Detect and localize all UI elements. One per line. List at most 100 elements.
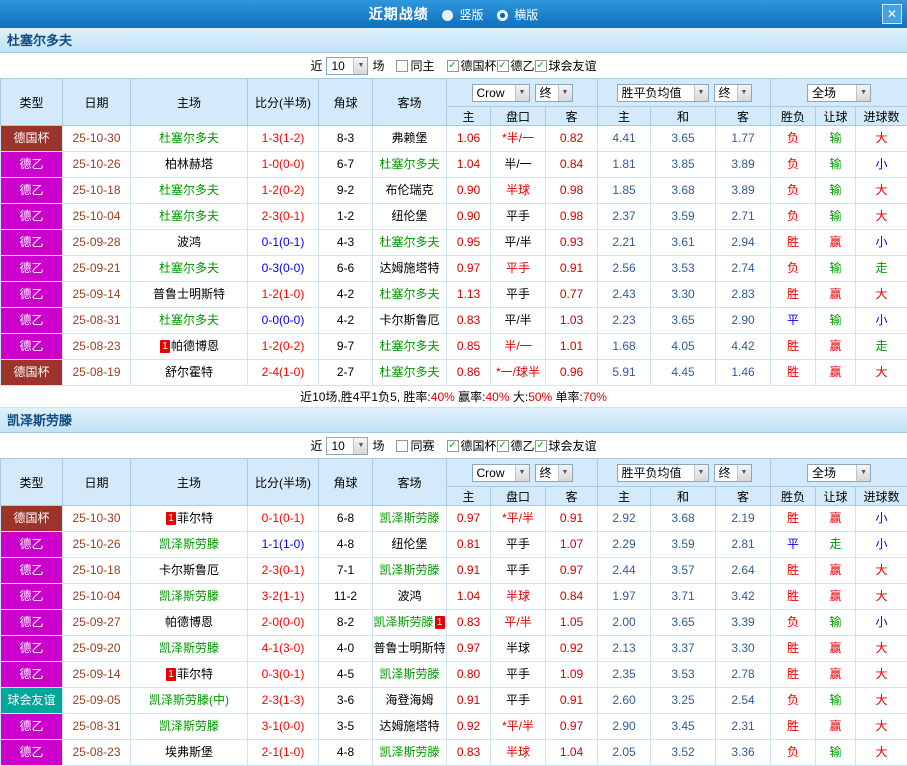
same-venue-checkbox[interactable]: 同主 [396,57,434,74]
league-badge: 德国杯 [1,126,63,152]
match-date: 25-10-26 [63,152,131,178]
avg-odds-draw: 3.30 [651,282,716,308]
handicap-odds-home: 0.80 [447,662,491,688]
match-date: 25-08-23 [63,740,131,766]
avg-odds-group: 胜平负均值 ▼ 终 ▼ [598,79,771,107]
col-handicap: 盘口 [491,487,546,506]
handicap-odds-home: 0.90 [447,178,491,204]
layout-radio-vertical[interactable] [442,10,453,21]
scope-select[interactable]: 全场 ▼ [807,84,871,102]
handicap-odds-away: 1.09 [546,662,598,688]
goals-flag: 大 [856,740,907,766]
close-button[interactable]: ✕ [882,4,902,24]
match-score: 1-2(1-0) [248,282,319,308]
handicap-final-select[interactable]: 终 ▼ [535,464,573,482]
col-away: 客场 [373,459,447,506]
handicap-final-select[interactable]: 终 ▼ [535,84,573,102]
layout-radio-horizontal-label[interactable]: 横版 [514,8,538,22]
scope-value: 全场 [812,464,836,481]
odds-source-select[interactable]: Crow ▼ [472,84,530,102]
team-name: 达姆施塔特 [379,719,439,733]
match-date: 25-10-18 [63,178,131,204]
avg-final-select[interactable]: 终 ▼ [714,84,752,102]
away-team-cell: 杜塞尔多夫 [373,334,447,360]
goals-flag: 大 [856,558,907,584]
match-date: 25-09-05 [63,688,131,714]
handicap-final-value: 终 [540,84,552,101]
handicap-odds-away: 1.07 [546,532,598,558]
recent-count-select[interactable]: 10 ▼ [326,437,368,455]
corner-score: 6-7 [319,152,373,178]
match-date: 25-08-31 [63,714,131,740]
handicap-line: 平手 [491,282,546,308]
corner-score: 4-0 [319,636,373,662]
team-name: 纽伦堡 [391,209,427,223]
goals-flag: 大 [856,662,907,688]
match-date: 25-10-26 [63,532,131,558]
league-badge: 德乙 [1,256,63,282]
team-name: 凯泽斯劳滕 [159,537,219,551]
handicap-odds-home: 1.04 [447,152,491,178]
avg-odds-select[interactable]: 胜平负均值 ▼ [617,464,709,482]
avg-final-select[interactable]: 终 ▼ [714,464,752,482]
result-flag: 胜 [771,334,816,360]
corner-score: 9-2 [319,178,373,204]
titlebar: 近期战绩 竖版 横版 ✕ [0,0,907,28]
col-away: 客场 [373,79,447,126]
summary-segment: 70% [583,390,607,404]
league-filter-d2[interactable]: ✓ 德乙 [497,57,535,74]
match-date: 25-09-14 [63,662,131,688]
handicap-result-flag: 赢 [816,230,856,256]
games-label: 场 [372,57,384,74]
avg-odds-home: 2.29 [598,532,651,558]
chevron-down-icon: ▼ [353,438,367,454]
recent-count-value: 10 [331,59,344,73]
avg-odds-away: 4.42 [716,334,771,360]
match-score: 0-3(0-1) [248,662,319,688]
team-name: 杜塞尔多夫 [379,287,439,301]
league-filter-friendly[interactable]: ✓ 球会友谊 [535,437,597,454]
same-competition-label: 同赛 [410,437,434,454]
match-date: 25-10-04 [63,204,131,230]
team-name: 布伦瑞克 [385,183,433,197]
team-name: 凯泽斯劳滕 [159,719,219,733]
scope-select[interactable]: 全场 ▼ [807,464,871,482]
avg-odds-home: 2.35 [598,662,651,688]
handicap-line: 平手 [491,558,546,584]
league-badge: 德乙 [1,662,63,688]
team-name: 柏林赫塔 [165,157,213,171]
league-filter-friendly[interactable]: ✓ 球会友谊 [535,57,597,74]
league-filter-d2[interactable]: ✓ 德乙 [497,437,535,454]
team-name: 卡尔斯鲁厄 [379,313,439,327]
goals-flag: 大 [856,688,907,714]
avg-odds-draw: 3.59 [651,204,716,230]
handicap-result-flag: 输 [816,204,856,230]
corner-score: 3-5 [319,714,373,740]
goals-flag: 小 [856,308,907,334]
league-filter-friendly-label: 球会友谊 [549,57,597,74]
handicap-odds-home: 0.97 [447,256,491,282]
layout-radio-vertical-label[interactable]: 竖版 [459,8,483,22]
avg-odds-home: 2.37 [598,204,651,230]
team-name: 杜塞尔多夫 [159,313,219,327]
recent-count-select[interactable]: 10 ▼ [326,57,368,75]
team-name: 海登海姆 [385,693,433,707]
handicap-line: 平手 [491,662,546,688]
avg-odds-draw: 3.85 [651,152,716,178]
chevron-down-icon: ▼ [558,465,572,481]
odds-source-select[interactable]: Crow ▼ [472,464,530,482]
league-filter-cup[interactable]: ✓ 德国杯 [447,57,497,74]
odds-source-value: Crow [477,86,505,100]
away-team-cell: 凯泽斯劳滕 [373,558,447,584]
layout-radio-horizontal[interactable] [497,10,508,21]
avg-odds-home: 2.23 [598,308,651,334]
team-name: 帕德博恩 [171,339,219,353]
result-flag: 负 [771,610,816,636]
league-filter-cup[interactable]: ✓ 德国杯 [447,437,497,454]
handicap-odds-group: Crow ▼ 终 ▼ [447,459,598,487]
same-competition-checkbox[interactable]: 同赛 [396,437,434,454]
summary-segment: 单率: [552,390,583,404]
away-team-cell: 凯泽斯劳滕1 [373,610,447,636]
avg-odds-select[interactable]: 胜平负均值 ▼ [617,84,709,102]
handicap-result-flag: 输 [816,688,856,714]
